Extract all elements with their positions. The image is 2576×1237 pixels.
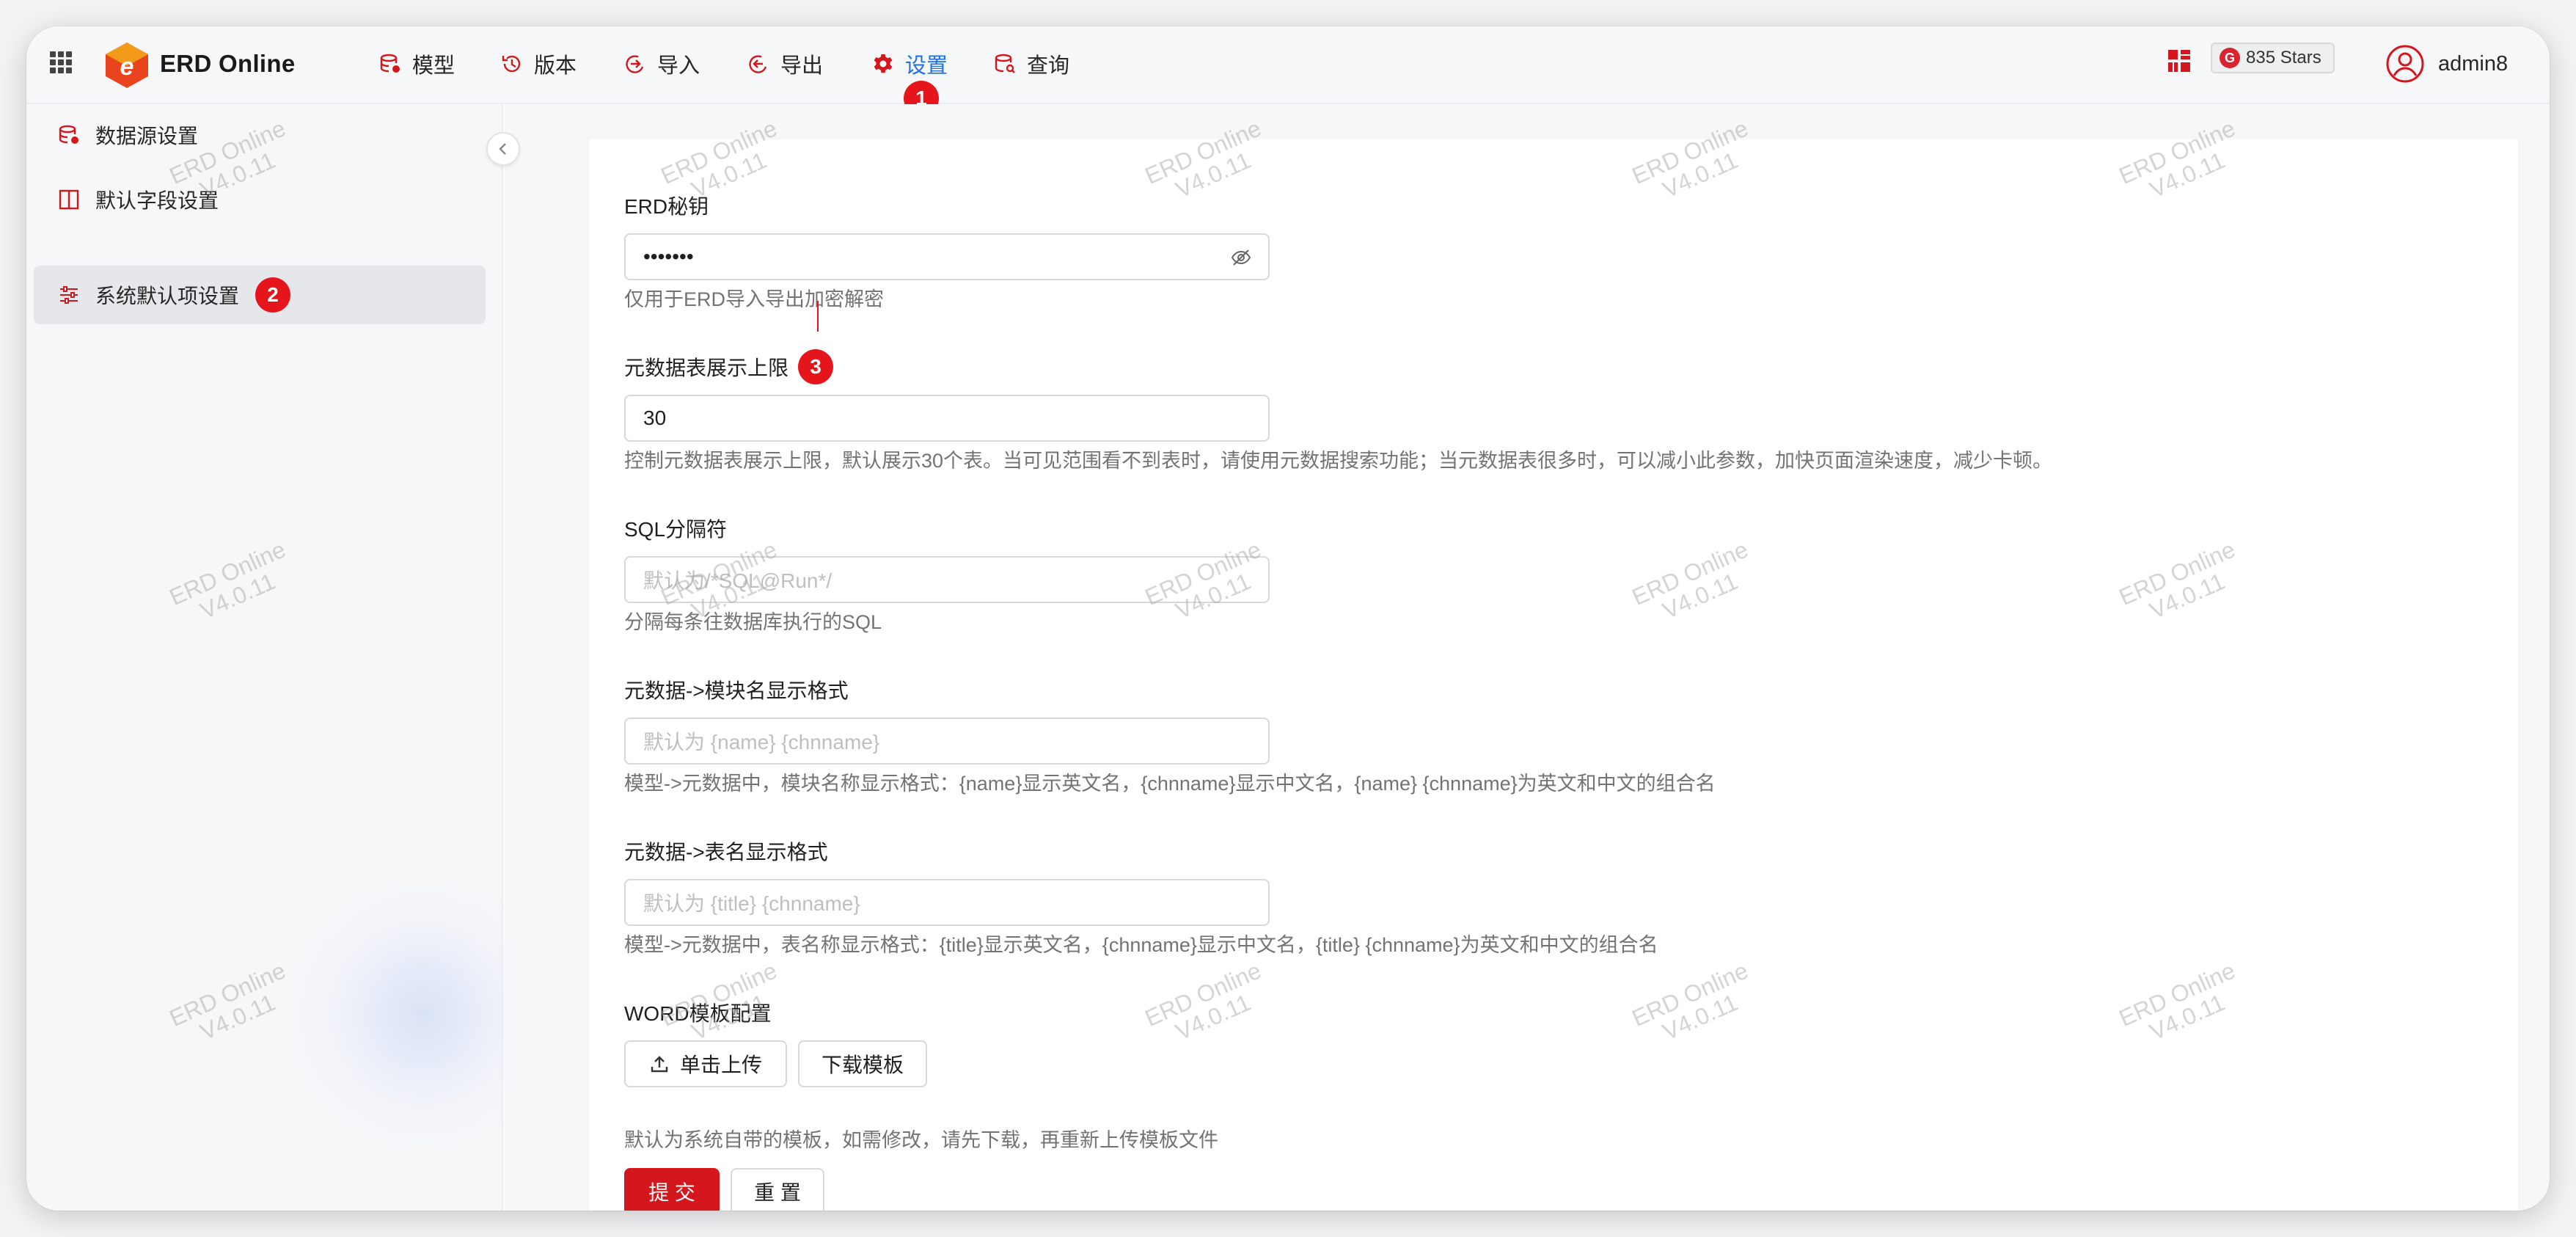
nav-export[interactable]: 导出 [747, 47, 823, 81]
annotation-badge-2: 2 [255, 277, 291, 313]
upload-template-button[interactable]: 单击上传 [624, 1040, 787, 1087]
reset-button[interactable]: 重 置 [731, 1168, 824, 1211]
top-header: e ERD Online 模型 版本 导入 导出 设置 查询 1 G 835 S… [26, 26, 2550, 116]
nav-export-label: 导出 [780, 54, 824, 78]
query-icon [995, 54, 1015, 73]
module-format-help: 模型->元数据中，模块名称显示格式：{name}显示英文名，{chnname}显… [624, 773, 1716, 795]
database-icon [380, 54, 400, 73]
submit-button[interactable]: 提 交 [624, 1168, 720, 1211]
sql-separator-input[interactable]: 默认为/*SQL@Run*/ [624, 556, 1270, 603]
datasource-icon [59, 125, 78, 144]
dashboard-icon[interactable] [2164, 45, 2196, 78]
module-format-input[interactable]: 默认为 {name} {chnname} [624, 718, 1270, 765]
collapse-sidebar-button[interactable] [486, 132, 520, 166]
table-format-input[interactable]: 默认为 {title} {chnname} [624, 879, 1270, 926]
module-format-label: 元数据->模块名显示格式 [624, 679, 849, 702]
sidebar-item-label: 数据源设置 [95, 125, 199, 147]
secret-value: ••••••• [643, 245, 694, 268]
chevron-left-icon [499, 143, 506, 155]
export-icon [749, 55, 767, 73]
table-format-label: 元数据->表名显示格式 [624, 841, 828, 864]
nav-settings-label: 设置 [905, 54, 948, 78]
nav-model-label: 模型 [412, 54, 455, 78]
settings-sidebar: 数据源设置 默认字段设置 系统默认项设置 2 [26, 104, 577, 1211]
upload-icon [651, 1056, 668, 1073]
secret-input[interactable]: ••••••• [624, 233, 1270, 280]
annotation-connector [817, 301, 819, 332]
github-stars-button[interactable]: G 835 Stars [2211, 43, 2335, 73]
meta-limit-help: 控制元数据表展示上限，默认展示30个表。当可见范围看不到表时，请使用元数据搜索功… [624, 450, 2053, 472]
stars-count: 835 Stars [2246, 48, 2321, 67]
meta-limit-value: 30 [643, 406, 667, 429]
sidebar-item-label: 默认字段设置 [95, 189, 219, 212]
module-format-placeholder: 默认为 {name} {chnname} [643, 731, 880, 753]
nav-model[interactable]: 模型 [378, 47, 455, 81]
sidebar-item-default-fields[interactable]: 默认字段设置 [34, 170, 486, 229]
sql-separator-placeholder: 默认为/*SQL@Run*/ [643, 569, 833, 592]
nav-version[interactable]: 版本 [500, 47, 577, 81]
annotation-badge-3: 3 [798, 349, 833, 384]
upload-template-label: 单击上传 [679, 1054, 762, 1076]
nav-import-label: 导入 [657, 54, 700, 78]
svg-text:e: e [120, 53, 134, 81]
word-template-label: WORD模板配置 [624, 1002, 772, 1025]
nav-query-label: 查询 [1027, 54, 1070, 78]
table-format-placeholder: 默认为 {title} {chnname} [643, 892, 860, 915]
nav-settings[interactable]: 设置 [871, 47, 948, 81]
meta-limit-input[interactable]: 30 [624, 395, 1270, 442]
sliders-icon [60, 286, 78, 304]
sidebar-item-system-defaults[interactable]: 系统默认项设置 2 [34, 266, 486, 324]
erd-logo-icon: e [106, 43, 148, 88]
word-template-help: 默认为系统自带的模板，如需修改，请先下载，再重新上传模板文件 [624, 1129, 1218, 1151]
app-window: e ERD Online 模型 版本 导入 导出 设置 查询 1 G 835 S… [26, 26, 2550, 1211]
nav-version-label: 版本 [534, 54, 577, 78]
sidebar-item-label: 系统默认项设置 [95, 285, 240, 307]
app-title: ERD Online [160, 50, 296, 77]
import-icon [626, 55, 644, 73]
meta-limit-label-text: 元数据表展示上限 [624, 357, 789, 379]
sql-separator-label: SQL分隔符 [624, 518, 728, 541]
table-format-help: 模型->元数据中，表名称显示格式：{title}显示英文名，{chnname}显… [624, 934, 1658, 956]
history-icon [502, 55, 521, 73]
download-template-button[interactable]: 下载模板 [798, 1040, 927, 1087]
apps-grid-icon[interactable] [50, 51, 72, 73]
reset-label: 重 置 [754, 1181, 801, 1204]
download-template-label: 下载模板 [821, 1054, 904, 1076]
eye-invisible-icon[interactable] [1230, 247, 1252, 269]
sidebar-item-datasource[interactable]: 数据源设置 [34, 106, 486, 164]
nav-query[interactable]: 查询 [993, 47, 1069, 81]
username: admin8 [2438, 51, 2509, 76]
user-avatar-icon [2386, 45, 2424, 83]
user-menu[interactable]: admin8 [2385, 44, 2508, 84]
secret-help: 仅用于ERD导入导出加密解密 [624, 288, 885, 310]
gear-icon [874, 54, 893, 73]
nav-import[interactable]: 导入 [623, 47, 700, 81]
sql-separator-help: 分隔每条往数据库执行的SQL [624, 611, 882, 633]
secret-label: ERD秘钥 [624, 195, 709, 218]
meta-limit-label: 元数据表展示上限 [624, 352, 788, 382]
columns-icon [59, 189, 79, 210]
gitee-icon: G [2220, 48, 2240, 68]
submit-label: 提 交 [648, 1181, 695, 1204]
